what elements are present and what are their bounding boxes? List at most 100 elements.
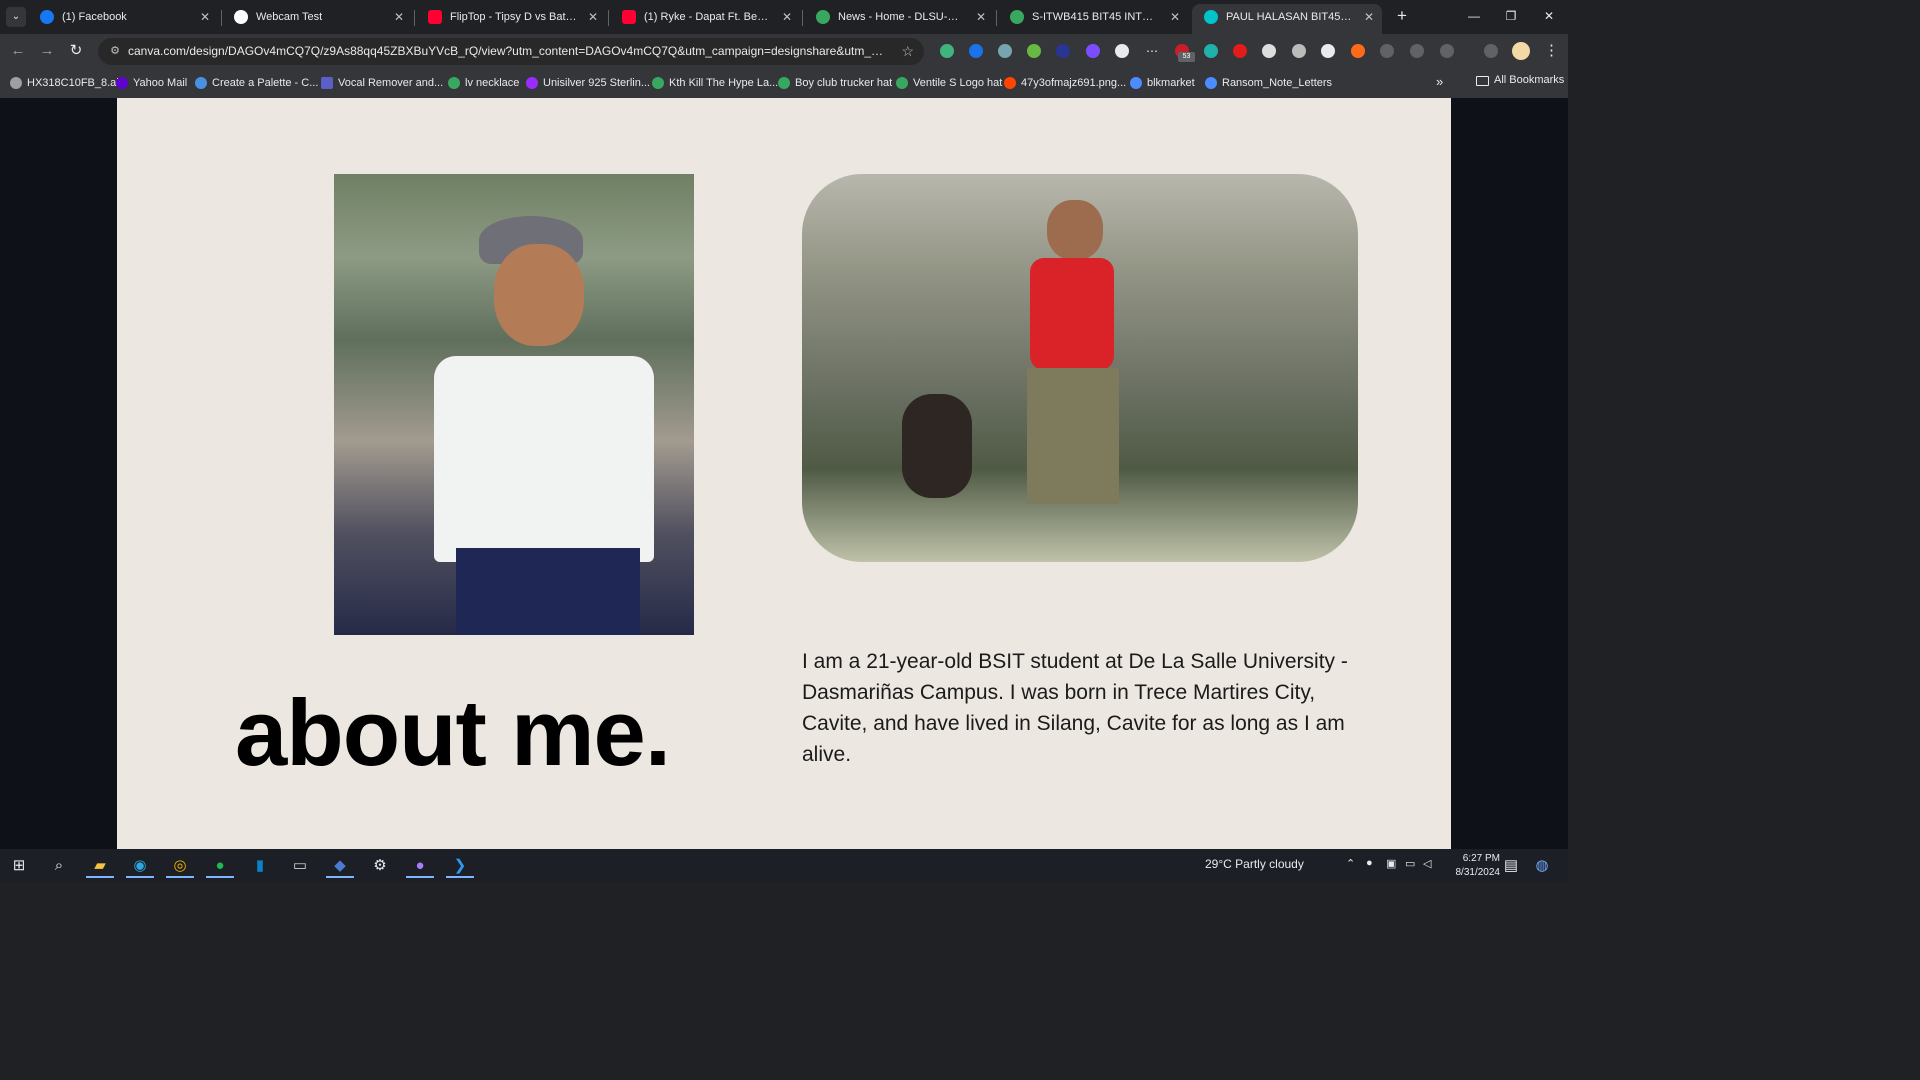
extension-icon[interactable] — [1086, 44, 1100, 58]
taskbar-clock[interactable]: 6:27 PM 8/31/2024 — [1436, 852, 1501, 880]
new-tab-button[interactable]: + — [1392, 6, 1412, 26]
printer-icon[interactable]: ▭ — [286, 853, 314, 878]
restore-icon[interactable]: ❐ — [1499, 6, 1523, 26]
browser-menu-icon[interactable]: ⋮ — [1544, 41, 1559, 61]
tab-label: (1) Ryke - Dapat Ft. Because (O — [644, 11, 772, 23]
tab-separator — [414, 10, 415, 26]
close-icon[interactable]: ✕ — [1168, 4, 1182, 30]
close-icon[interactable]: ✕ — [198, 4, 212, 30]
close-icon[interactable]: ✕ — [1362, 4, 1376, 30]
bookmark-item[interactable]: Yahoo Mail — [116, 74, 187, 92]
tray-chevron-icon[interactable]: ⌃ — [1346, 857, 1355, 870]
volume-icon[interactable]: ◁ — [1423, 857, 1431, 870]
bookmark-item[interactable]: Boy club trucker hat — [778, 74, 892, 92]
instagram-extension-icon[interactable] — [1410, 44, 1424, 58]
spotify-icon[interactable]: ● — [206, 853, 234, 878]
bookmark-item[interactable]: Kth Kill The Hype La... — [652, 74, 778, 92]
extension-icon[interactable] — [1056, 44, 1070, 58]
app-icon[interactable]: ◆ — [326, 853, 354, 878]
arrow-icon — [1205, 77, 1217, 89]
bookmark-item[interactable]: lv necklace — [448, 74, 519, 92]
network-icon[interactable]: ▭ — [1405, 857, 1415, 870]
tray-app-icon[interactable]: ● — [1366, 857, 1373, 869]
forward-icon[interactable]: → — [37, 41, 57, 61]
photo-subject-shirt — [434, 356, 654, 562]
bookmark-label: HX318C10FB_8.ai — [27, 77, 119, 89]
leaf-icon — [896, 77, 908, 89]
childhood-photo-zoo — [334, 174, 694, 635]
record-extension-icon[interactable] — [1233, 44, 1247, 58]
url-text[interactable]: canva.com/design/DAGOv4mCQ7Q/z9As88qq45Z… — [128, 38, 888, 65]
address-bar[interactable]: ⚙ canva.com/design/DAGOv4mCQ7Q/z9As88qq4… — [98, 38, 924, 65]
extension-icon[interactable] — [1027, 44, 1041, 58]
photo-subject-head — [1047, 200, 1103, 260]
extension-icon[interactable] — [969, 44, 983, 58]
profile-avatar[interactable] — [1512, 42, 1530, 60]
extension-icon[interactable] — [1321, 44, 1335, 58]
tab-separator — [608, 10, 609, 26]
puzzle-icon[interactable] — [1440, 44, 1454, 58]
tab-internet-lab[interactable]: S-ITWB415 BIT45 INTERNET LA ✕ — [998, 4, 1188, 30]
bookmark-item[interactable]: Unisilver 925 Sterlin... — [526, 74, 650, 92]
settings-icon[interactable]: ⚙ — [366, 853, 394, 878]
app-icon[interactable]: ▮ — [246, 853, 274, 878]
extension-icon[interactable] — [1204, 44, 1218, 58]
file-explorer-icon[interactable]: ▰ — [86, 853, 114, 878]
tab-search-icon[interactable]: ⌄ — [6, 7, 26, 27]
more-extensions-icon[interactable]: ⋯ — [1145, 44, 1159, 58]
tab-label: S-ITWB415 BIT45 INTERNET LA — [1032, 11, 1160, 23]
bookmark-item[interactable]: HX318C10FB_8.ai — [10, 74, 119, 92]
site-info-icon[interactable]: ⚙ — [108, 44, 122, 58]
tab-webcam-test[interactable]: Webcam Test ✕ — [222, 4, 412, 30]
grammarly-extension-icon[interactable] — [940, 44, 954, 58]
chrome-icon[interactable]: ◎ — [166, 853, 194, 878]
bookmark-item[interactable]: Ventile S Logo hat — [896, 74, 1002, 92]
tab-search-list-icon[interactable] — [1484, 44, 1498, 58]
bookmark-item[interactable]: Ransom_Note_Letters — [1205, 74, 1332, 92]
close-icon[interactable]: ✕ — [974, 4, 988, 30]
bookmark-item[interactable]: blkmarket — [1130, 74, 1195, 92]
bookmark-item[interactable]: 47y3ofmajz691.png... — [1004, 74, 1126, 92]
extension-icon[interactable] — [1262, 44, 1276, 58]
photo-subject-face — [494, 244, 584, 346]
tab-fliptop[interactable]: FlipTop - Tipsy D vs Batang Reb ✕ — [416, 4, 606, 30]
bookmark-item[interactable]: Vocal Remover and... — [321, 74, 443, 92]
tab-facebook[interactable]: (1) Facebook ✕ — [28, 4, 218, 30]
canva-slide: about me. I am a 21-year-old BSIT studen… — [117, 98, 1451, 849]
reddit-icon — [1004, 77, 1016, 89]
windows-start-icon[interactable]: ⊞ — [5, 853, 33, 878]
extension-icon[interactable] — [1115, 44, 1129, 58]
vscode-icon[interactable]: ❯ — [446, 853, 474, 878]
bookmark-label: Ventile S Logo hat — [913, 77, 1003, 89]
back-icon[interactable]: ← — [8, 41, 28, 61]
close-icon[interactable]: ✕ — [586, 4, 600, 30]
tab-dlsud-news[interactable]: News - Home - DLSU-D College ✕ — [804, 4, 994, 30]
camera-icon[interactable]: ▣ — [1386, 857, 1396, 870]
minimize-icon[interactable]: — — [1462, 6, 1486, 26]
telegram-icon[interactable]: ◉ — [126, 853, 154, 878]
compass-extension-icon[interactable] — [1380, 44, 1394, 58]
tab-ryke[interactable]: (1) Ryke - Dapat Ft. Because (O ✕ — [610, 4, 800, 30]
all-bookmarks-button[interactable]: All Bookmarks — [1476, 74, 1564, 86]
bookmark-star-icon[interactable]: ☆ — [901, 43, 914, 60]
about-me-heading: about me. — [235, 680, 671, 785]
copilot-icon[interactable]: ◍ — [1528, 853, 1556, 878]
close-window-icon[interactable]: ✕ — [1537, 6, 1561, 26]
extension-icon[interactable] — [1351, 44, 1365, 58]
bookmark-item[interactable]: Create a Palette - C... — [195, 74, 318, 92]
search-icon[interactable]: ⌕ — [45, 853, 73, 878]
notification-icon[interactable]: ▤ — [1497, 853, 1525, 878]
close-icon[interactable]: ✕ — [392, 4, 406, 30]
arrow-icon — [1130, 77, 1142, 89]
windows-taskbar: ⊞ ⌕ ▰ ◉ ◎ ● ▮ ▭ ◆ ⚙ ● ❯ 29°C Partly clou… — [0, 849, 1568, 882]
photo-subject-shorts — [1027, 368, 1119, 504]
extension-icon[interactable] — [1292, 44, 1306, 58]
close-icon[interactable]: ✕ — [780, 4, 794, 30]
reload-icon[interactable]: ↻ — [66, 41, 86, 61]
github-desktop-icon[interactable]: ● — [406, 853, 434, 878]
tab-canva-active[interactable]: PAUL HALASAN BIT45 | Profess ✕ — [1192, 4, 1382, 34]
extension-icon[interactable] — [998, 44, 1012, 58]
more-bookmarks-icon[interactable]: » — [1436, 74, 1443, 89]
leaf-icon — [448, 77, 460, 89]
weather-widget[interactable]: 29°C Partly cloudy — [1205, 857, 1304, 871]
